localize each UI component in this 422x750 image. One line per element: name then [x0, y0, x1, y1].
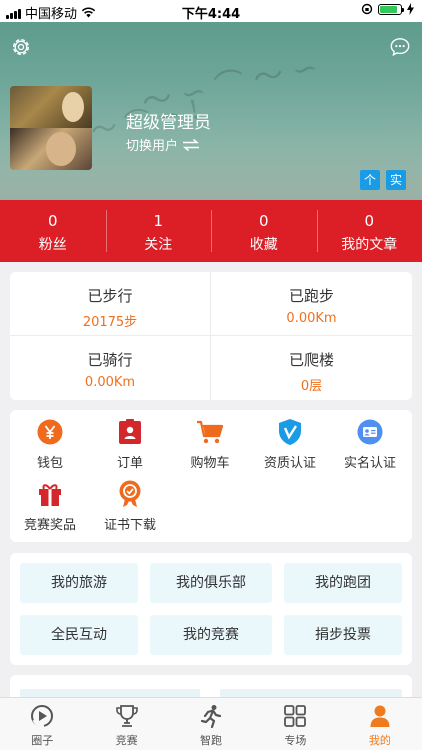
tab-label: 智跑: [200, 734, 223, 747]
public-interaction-button[interactable]: 全民互动: [20, 615, 138, 655]
tab-mine[interactable]: 我的: [338, 698, 422, 750]
trophy-icon: [115, 705, 138, 727]
stat-my-articles[interactable]: 0 我的文章: [316, 200, 422, 262]
service-label: 订单: [116, 456, 143, 471]
stat-value: 0: [364, 212, 375, 230]
runner-icon: [200, 705, 222, 728]
stat-favorites[interactable]: 0 收藏: [211, 200, 317, 262]
swap-arrows-icon: [182, 138, 200, 151]
my-competitions-button[interactable]: 我的竞赛: [150, 615, 272, 655]
activity-value: 0层: [300, 379, 323, 394]
activity-ride[interactable]: 已骑行 0.00Km: [10, 336, 211, 400]
activity-run[interactable]: 已跑步 0.00Km: [211, 272, 412, 336]
battery-icon: [378, 3, 404, 15]
tab-bar: 圈子 竞赛 智跑 专场 我的: [0, 697, 422, 750]
grid-icon: [284, 705, 307, 727]
stat-label: 我的文章: [341, 237, 398, 253]
charging-icon: [407, 3, 414, 15]
service-wallet[interactable]: 钱包: [10, 418, 90, 471]
service-orders[interactable]: 订单: [90, 418, 170, 471]
username: 超级管理员: [126, 113, 211, 133]
service-label: 证书下载: [103, 518, 156, 533]
services-card: 钱包 订单 购物车 资质认证 实名认证 竞赛奖品 证书下载: [10, 410, 412, 542]
tab-circle[interactable]: 圈子: [0, 698, 84, 750]
activity-walk[interactable]: 已步行 20175步: [10, 272, 211, 336]
tab-label: 专场: [284, 734, 307, 747]
stat-following[interactable]: 1 关注: [105, 200, 212, 262]
avatar[interactable]: [10, 86, 92, 170]
status-time: 下午4:44: [181, 7, 241, 22]
quick-links-card: 我的旅游 我的俱乐部 我的跑团 全民互动 我的竞赛 捐步投票: [10, 553, 412, 665]
activity-climb[interactable]: 已爬楼 0层: [211, 336, 412, 400]
rotation-lock-icon: [361, 3, 373, 15]
order-icon: [119, 419, 141, 444]
id-card-icon: [357, 419, 383, 445]
tab-competition[interactable]: 竞赛: [84, 698, 168, 750]
service-label: 竞赛奖品: [23, 518, 76, 533]
service-cart[interactable]: 购物车: [170, 418, 250, 471]
activity-title: 已骑行: [87, 351, 133, 369]
activity-value: 0.00Km: [286, 311, 337, 326]
stat-fans[interactable]: 0 粉丝: [0, 200, 106, 262]
service-qualification[interactable]: 资质认证: [250, 418, 330, 471]
service-label: 资质认证: [263, 456, 316, 471]
gear-icon[interactable]: [10, 36, 32, 58]
service-realname[interactable]: 实名认证: [330, 418, 410, 471]
stat-value: 0: [47, 212, 58, 230]
service-label: 钱包: [36, 456, 63, 471]
stat-label: 收藏: [249, 237, 278, 253]
personal-auth-badge[interactable]: 个: [360, 170, 380, 190]
chat-icon[interactable]: [389, 36, 411, 58]
switch-user-label: 切换用户: [126, 139, 179, 154]
person-icon: [370, 705, 390, 727]
my-running-group-button[interactable]: 我的跑团: [284, 563, 402, 603]
stat-label: 粉丝: [38, 237, 67, 253]
tab-label: 竞赛: [115, 734, 138, 747]
my-club-button[interactable]: 我的俱乐部: [150, 563, 272, 603]
activity-value: 20175步: [82, 315, 138, 330]
activity-title: 已跑步: [288, 287, 334, 305]
activity-title: 已步行: [87, 287, 133, 305]
my-travel-button[interactable]: 我的旅游: [20, 563, 138, 603]
switch-user-button[interactable]: 切换用户: [126, 135, 200, 154]
realname-auth-badge[interactable]: 实: [386, 170, 406, 190]
tab-special[interactable]: 专场: [253, 698, 337, 750]
service-label: 购物车: [190, 456, 230, 471]
shield-icon: [279, 419, 301, 445]
service-certificate[interactable]: 证书下载: [90, 480, 170, 533]
stat-label: 关注: [144, 237, 173, 253]
cart-icon: [197, 420, 224, 444]
stat-value: 1: [153, 212, 164, 230]
activity-title: 已爬楼: [288, 351, 334, 369]
yen-icon: [37, 419, 63, 445]
service-prizes[interactable]: 竞赛奖品: [10, 480, 90, 533]
tab-smart-run[interactable]: 智跑: [169, 698, 253, 750]
tab-label: 我的: [368, 734, 391, 747]
tab-label: 圈子: [31, 734, 54, 747]
stat-value: 0: [258, 212, 269, 230]
service-label: 实名认证: [343, 456, 396, 471]
certificate-icon: [119, 480, 141, 507]
circle-icon: [31, 705, 54, 728]
donate-steps-vote-button[interactable]: 捐步投票: [284, 615, 402, 655]
activity-value: 0.00Km: [84, 375, 136, 390]
stats-bar: 0 粉丝 1 关注 0 收藏 0 我的文章: [0, 200, 422, 262]
status-bar: 中国移动 下午4:44: [0, 0, 422, 22]
profile-header: 〜 ∽ ⌒ 〜 ∽ ∽ 〜 ⌒ ∽ ！ 超级管理员 切换用户 个 实: [0, 22, 422, 200]
activity-card: 已步行 20175步 已跑步 0.00Km 已骑行 0.00Km 已爬楼 0层: [10, 272, 412, 400]
gift-icon: [39, 484, 61, 506]
